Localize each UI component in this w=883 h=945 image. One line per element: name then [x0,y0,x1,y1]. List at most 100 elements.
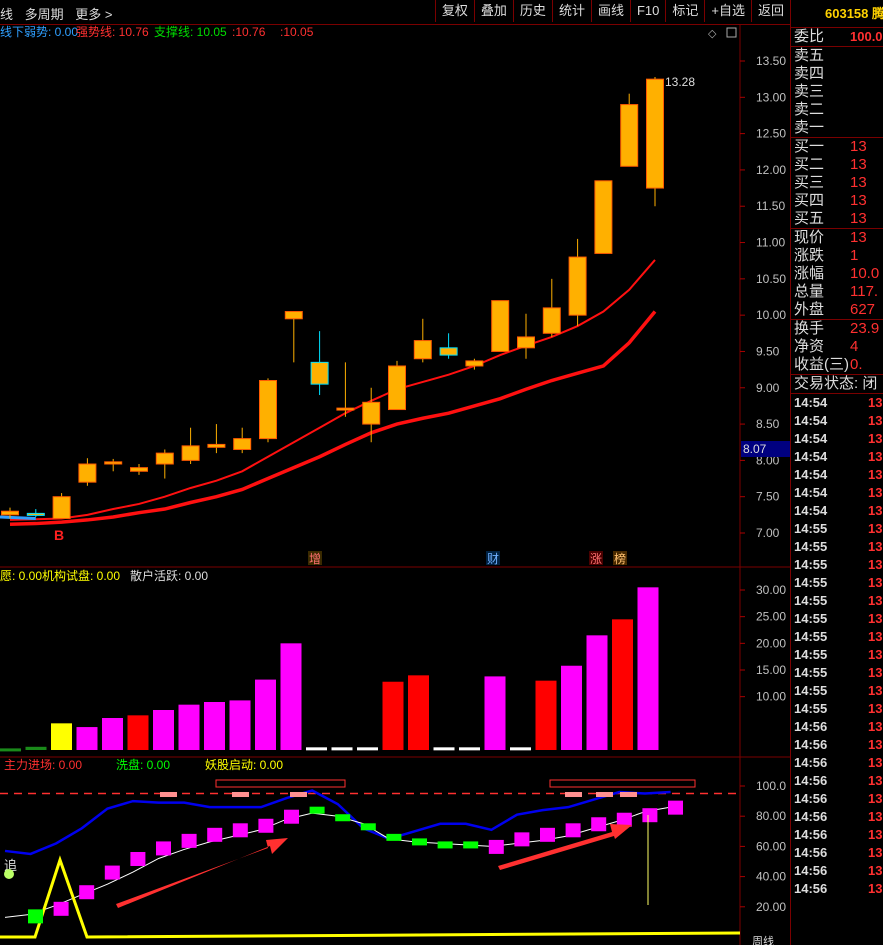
signal-block [232,823,248,838]
tick-row: 14:54 13 [791,394,883,412]
event-tag-zeng[interactable]: 增 [309,552,321,566]
add-watchlist-button[interactable]: +自选 [704,0,751,22]
toolbar-item-multi-period[interactable]: 多周期 [25,7,64,22]
overlay-button[interactable]: 叠加 [473,0,513,22]
f10-button[interactable]: F10 [629,0,665,22]
legend-value-1: :10.76 [232,25,266,39]
candle[interactable] [310,361,329,385]
tick-time: 14:55 [794,575,828,590]
ratio-label: 委比 [794,28,825,45]
price-tick-label: 13.00 [756,90,786,104]
buy-level-value: 13 [850,138,867,155]
candle[interactable] [388,365,406,411]
legend-value-2: :10.05 [280,25,314,39]
top-marker [232,792,249,797]
stat-label: 总量 [794,283,825,300]
buy-level-label: 买三 [794,174,825,191]
candle[interactable] [542,307,561,334]
strong-line [9,259,656,521]
history-button[interactable]: 历史 [512,0,552,22]
tick-price: 13 [868,647,883,662]
stat-value: 10.0 [850,265,880,282]
candle[interactable] [259,380,277,440]
indicator-bar [459,747,480,751]
trade-status: 交易状态: 闭 [794,375,878,392]
candle[interactable] [1,510,19,516]
event-tag-bang[interactable]: 榜 [614,551,626,566]
sub2-tick-label: 20.00 [756,900,786,914]
oscillator-panel [0,789,741,939]
tick-row: 14:56 13 [791,718,883,736]
candle[interactable] [78,463,97,483]
tick-row: 14:54 13 [791,502,883,520]
candle[interactable] [620,104,639,167]
tick-row: 14:54 13 [791,466,883,484]
mark-button[interactable]: 标记 [665,0,704,22]
signal-block [335,814,351,822]
candle[interactable] [181,445,200,461]
tick-time: 14:54 [794,395,828,410]
tick-time: 14:55 [794,611,828,626]
candle[interactable] [646,78,664,189]
candle[interactable] [594,180,613,254]
tick-time: 14:56 [794,827,828,842]
candle[interactable] [362,401,381,425]
candle[interactable] [52,496,71,519]
statistics-button[interactable]: 统计 [551,0,591,22]
stat-value: 4 [850,338,859,355]
tick-time: 14:54 [794,449,828,464]
sell-level-row: 卖三 [791,83,883,101]
volume-indicator-panel [0,587,659,752]
candle[interactable] [517,336,535,349]
sell-level-row: 卖五 [791,47,883,65]
stat-label: 换手 [794,320,825,337]
tick-time: 14:56 [794,809,828,824]
candle[interactable] [26,512,45,516]
event-tag-zhang[interactable]: 涨 [590,551,602,566]
candle[interactable] [568,256,587,316]
tick-row: 14:55 13 [791,520,883,538]
support-line [9,310,657,527]
tick-time: 14:56 [794,863,828,878]
candle[interactable] [491,300,510,352]
toolbar-left-items: 线 多周期 更多 > [0,4,121,23]
indicator-bar [306,747,327,751]
restore-rights-button[interactable]: 复权 [434,0,474,22]
candle[interactable] [104,461,123,465]
stat-row: 换手 23.9 [791,320,883,338]
tick-row: 14:56 13 [791,736,883,754]
tick-row: 14:56 13 [791,772,883,790]
tick-list[interactable]: 14:54 13 14:54 13 14:54 13 14:54 13 14:54 13 14:54… [791,394,883,898]
stat-label: 净资 [794,338,825,355]
candle[interactable] [439,347,458,356]
stat-value: 627 [850,301,876,318]
candle[interactable] [413,340,432,360]
signal-block [540,827,555,842]
tick-time: 14:55 [794,683,828,698]
diamond-icon[interactable]: ◇ [708,28,717,40]
candle[interactable] [233,438,252,450]
indicator-bar [484,676,506,750]
chart-area[interactable]: 线下弱势: 0.00 强势线: 10.76 支撑线: 10.05 :10.76 … [0,25,790,945]
signal-block [284,809,299,824]
tick-row: 14:56 13 [791,790,883,808]
window-box-icon[interactable] [726,27,737,38]
event-tag-cai[interactable]: 财 [487,552,499,566]
top-marker [565,792,582,797]
back-button[interactable]: 返回 [750,0,790,22]
tick-price: 13 [868,791,883,806]
candle[interactable] [207,443,226,448]
signal-block [642,808,658,823]
price-tick-label: 9.00 [756,381,780,395]
draw-line-button[interactable]: 画线 [590,0,630,22]
candle[interactable] [465,360,484,367]
toolbar-item-kline[interactable]: 线 [0,7,13,22]
candle[interactable] [284,311,303,320]
toolbar-item-more[interactable]: 更多 > [75,7,112,22]
candle[interactable] [130,467,148,472]
indicator-bar [255,679,276,750]
tick-price: 13 [868,611,883,626]
indicator-bar [127,715,149,750]
candle[interactable] [336,407,355,411]
candle[interactable] [155,452,174,465]
